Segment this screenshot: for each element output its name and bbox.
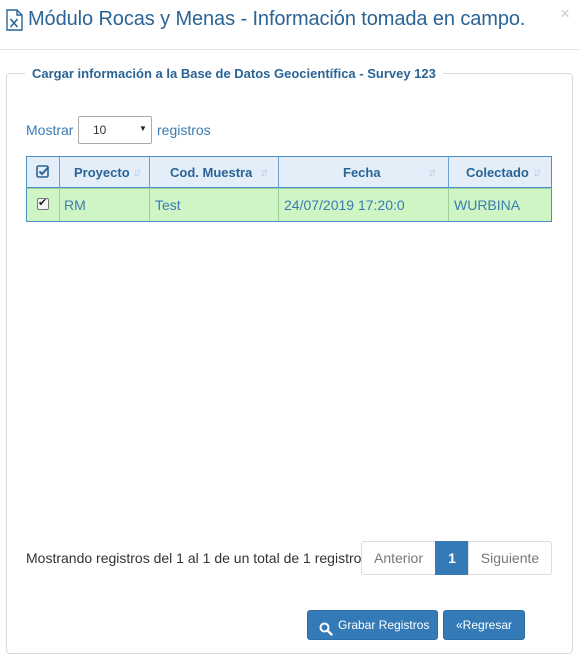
length-prefix-label: Mostrar [26,122,74,138]
page-length-select[interactable]: 10 ▼ [78,116,152,144]
sort-icon[interactable]: ↓↑ [133,165,142,179]
column-header-fecha[interactable]: Fecha [343,165,381,180]
page-1-button[interactable]: 1 [435,541,469,575]
cell-fecha: 24/07/2019 17:20:0 [284,197,405,213]
select-all-checkbox-icon[interactable] [36,165,50,179]
cell-cod-muestra: Test [155,197,181,213]
back-label: «Regresar [456,618,513,632]
table-header: Proyecto ↓↑ Cod. Muestra ↓↑ Fecha ↓↑ Col… [26,156,552,188]
modal-dialog: Módulo Rocas y Menas - Información tomad… [0,0,580,663]
table-info: Mostrando registros del 1 al 1 de un tot… [26,550,362,566]
close-icon[interactable]: × [560,5,570,22]
dropdown-arrow-icon: ▼ [139,124,147,133]
column-header-proyecto[interactable]: Proyecto [74,165,130,180]
modal-header: Módulo Rocas y Menas - Información tomad… [0,0,580,50]
table-row[interactable]: ✔ RM Test 24/07/2019 17:20:0 WURBINA [26,188,552,222]
save-records-label: Grabar Registros [338,618,430,632]
records-table: Proyecto ↓↑ Cod. Muestra ↓↑ Fecha ↓↑ Col… [26,156,552,222]
save-records-button[interactable]: Grabar Registros [307,610,438,640]
row-checkbox[interactable]: ✔ [37,197,49,210]
next-page-button[interactable]: Siguiente [468,541,552,575]
cell-colectado: WURBINA [454,197,521,213]
previous-page-button[interactable]: Anterior [361,541,436,575]
cell-proyecto: RM [64,197,86,213]
length-suffix-label: registros [157,122,211,138]
sort-icon[interactable]: ↓↑ [428,165,437,179]
back-button[interactable]: «Regresar [443,610,525,640]
panel-legend: Cargar información a la Base de Datos Ge… [32,66,436,81]
column-header-colectado[interactable]: Colectado [466,165,529,180]
sort-icon[interactable]: ↓↑ [260,165,269,179]
column-header-cod-muestra[interactable]: Cod. Muestra [170,165,252,180]
search-icon [319,618,333,636]
page-length-value: 10 [93,123,107,137]
modal-title: Módulo Rocas y Menas - Información tomad… [28,8,526,30]
sort-icon[interactable]: ↓↑ [533,165,542,179]
checkmark-icon: ✔ [38,197,48,209]
excel-file-icon [6,9,23,31]
